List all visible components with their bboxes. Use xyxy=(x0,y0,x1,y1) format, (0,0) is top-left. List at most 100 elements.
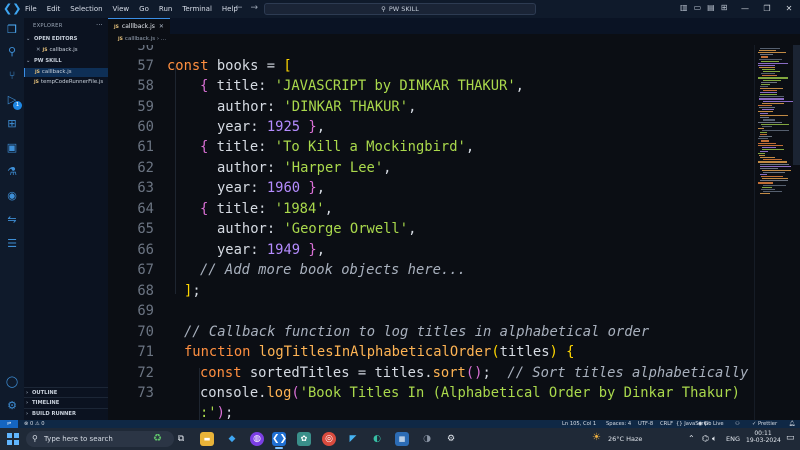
problems-indicator[interactable]: ⊗ 0 ⚠ 0 xyxy=(24,420,45,428)
explorer-title: EXPLORER xyxy=(33,23,63,29)
open-editors-section[interactable]: ⌄ OPEN EDITORS xyxy=(26,36,108,45)
customize-layout-icon[interactable]: ⊞ xyxy=(721,3,728,12)
minimap-line xyxy=(759,136,772,138)
settings-gear-icon[interactable]: ⚙ xyxy=(4,398,20,414)
minimap-line xyxy=(758,138,768,140)
back-arrow-icon[interactable]: ← xyxy=(235,3,243,13)
docker-icon[interactable]: ☰ xyxy=(4,236,20,252)
toggle-secondary-sidebar-icon[interactable]: ▤ xyxy=(707,3,715,12)
minimap-line xyxy=(763,171,785,174)
encoding[interactable]: UTF-8 xyxy=(638,420,653,428)
command-center[interactable]: ⚲ PW SKILL xyxy=(264,3,536,15)
code-line: year: 1925 }, xyxy=(217,119,326,135)
taskbar-search[interactable]: ⚲ Type here to search ♻ xyxy=(26,431,174,447)
menu-run[interactable]: Run xyxy=(154,5,177,13)
volume-icon[interactable]: 🔈︎ xyxy=(712,434,717,444)
minimap-line xyxy=(761,73,775,75)
testing-icon[interactable]: ⚗ xyxy=(4,164,20,180)
open-editor-filename: callback.js xyxy=(49,47,78,53)
minimize-icon[interactable]: — xyxy=(734,0,756,18)
vscode-taskbar-icon[interactable]: ❮❯ xyxy=(272,432,287,449)
chatgpt-icon[interactable]: ✿ xyxy=(297,432,311,446)
notification-center-icon[interactable]: ▭ xyxy=(786,433,795,443)
file-item-temp[interactable]: JS tempCodeRunnerFile.js xyxy=(24,78,108,87)
search-icon[interactable]: ⚲ xyxy=(4,44,20,60)
menu-go[interactable]: Go xyxy=(134,5,154,13)
open-editor-item[interactable]: ✕ JS callback.js xyxy=(24,46,108,55)
extensions-icon[interactable]: ⊞ xyxy=(4,116,20,132)
breadcrumb-rest[interactable]: ... xyxy=(161,36,166,42)
minimap-line xyxy=(762,69,775,71)
minimap-line xyxy=(758,142,776,144)
restore-icon[interactable]: ❐ xyxy=(756,0,778,18)
menu-selection[interactable]: Selection xyxy=(65,5,107,13)
minimap-line xyxy=(760,94,777,96)
windows-taskbar: ⚲ Type here to search ♻ ⧉ ▬ ◆ ◍ ❮❯ ✿ ◎ ◤… xyxy=(0,428,800,450)
minimap-line xyxy=(762,102,784,104)
file-item-callback[interactable]: JS calllback.js xyxy=(24,68,108,77)
store-icon[interactable]: ◆ xyxy=(225,432,239,446)
go-live-button[interactable]: ◉ Go Live xyxy=(698,420,724,428)
indentation[interactable]: Spaces: 4 xyxy=(606,420,631,428)
code-line: year: 1949 }, xyxy=(217,242,326,258)
github-icon[interactable]: ◉ xyxy=(4,188,20,204)
breadcrumb-file[interactable]: calllback.js xyxy=(125,36,155,42)
code-line: // Add more book objects here... xyxy=(200,262,466,278)
forward-arrow-icon[interactable]: → xyxy=(251,3,259,13)
code-line: { title: '1984', xyxy=(200,201,333,217)
edge-icon[interactable]: ◐ xyxy=(370,432,384,446)
menu-edit[interactable]: Edit xyxy=(42,5,66,13)
close-icon[interactable]: ✕ xyxy=(36,47,41,53)
network-app-icon[interactable]: ▦ xyxy=(395,432,409,446)
line-number: 72 xyxy=(137,365,154,381)
explorer-sidebar: EXPLORER ··· ⌄ OPEN EDITORS ✕ JS callback.j… xyxy=(24,18,108,420)
file-explorer-icon[interactable]: ▬ xyxy=(200,432,214,446)
menu-terminal[interactable]: Terminal xyxy=(177,5,217,13)
close-window-icon[interactable]: ✕ xyxy=(778,0,800,18)
chrome-icon[interactable]: ◎ xyxy=(322,432,336,446)
flutter-icon[interactable]: ◤ xyxy=(346,432,360,446)
network-icon[interactable]: ⌬ xyxy=(702,434,709,443)
live-share-icon[interactable]: ⇋ xyxy=(4,212,20,228)
explorer-icon[interactable]: ❐ xyxy=(4,22,20,38)
tab-callback[interactable]: JS calllback.js ✕ xyxy=(108,18,170,34)
close-tab-icon[interactable]: ✕ xyxy=(159,23,164,30)
settings-gear-icon[interactable]: ⚙ xyxy=(444,432,458,446)
windows-start-icon[interactable] xyxy=(7,433,19,445)
minimap-line xyxy=(762,146,776,148)
app-icon[interactable]: ◍ xyxy=(250,432,264,446)
vscode-logo-icon: ❮❯ xyxy=(3,2,22,15)
menu-file[interactable]: File xyxy=(20,5,42,13)
more-actions-icon[interactable]: ··· xyxy=(96,21,103,29)
cursor-position[interactable]: Ln 105, Col 1 xyxy=(562,420,596,428)
minimap-line xyxy=(762,75,777,77)
nav-arrows: ← → xyxy=(235,3,258,13)
prettier-button[interactable]: ✓ Prettier xyxy=(752,420,777,428)
toggle-sidebar-icon[interactable]: ▥ xyxy=(680,3,688,12)
language-indicator[interactable]: ENG xyxy=(726,435,740,443)
timeline-panel[interactable]: › TIMELINE xyxy=(24,397,108,407)
editor-tabs: JS calllback.js ✕ xyxy=(108,18,800,34)
account-icon[interactable]: ◯ xyxy=(4,374,20,390)
github-desktop-icon[interactable]: ◑ xyxy=(420,432,434,446)
remote-indicator-icon[interactable]: ⇌ xyxy=(0,420,18,428)
task-view-icon[interactable]: ⧉ xyxy=(174,432,188,446)
copilot-icon[interactable]: ⚇ xyxy=(735,420,740,428)
weather-text[interactable]: 26°C Haze xyxy=(608,435,642,443)
clock[interactable]: 00:11 19-03-2024 xyxy=(746,430,781,444)
chevron-up-icon[interactable]: ⌃ xyxy=(688,434,695,443)
date: 19-03-2024 xyxy=(746,437,781,444)
line-ending[interactable]: CRLF xyxy=(660,420,673,428)
minimap-slider[interactable] xyxy=(793,45,800,165)
workspace-section[interactable]: ⌄ PW SKILL xyxy=(26,58,108,67)
notifications-bell-icon[interactable]: 🔔︎ xyxy=(789,420,796,428)
line-number: 68 xyxy=(137,283,154,299)
toggle-panel-icon[interactable]: ▭ xyxy=(694,3,702,12)
build-runner-panel[interactable]: › BUILD RUNNER xyxy=(24,408,108,418)
menu-view[interactable]: View xyxy=(108,5,135,13)
search-icon: ⚲ xyxy=(32,434,38,443)
outline-panel[interactable]: › OUTLINE xyxy=(24,387,108,397)
code-editor[interactable]: 56 57 const books = [ 58 { title: 'JAVAS… xyxy=(108,45,754,420)
source-control-icon[interactable]: ⑂ xyxy=(4,68,20,84)
remote-explorer-icon[interactable]: ▣ xyxy=(4,140,20,156)
